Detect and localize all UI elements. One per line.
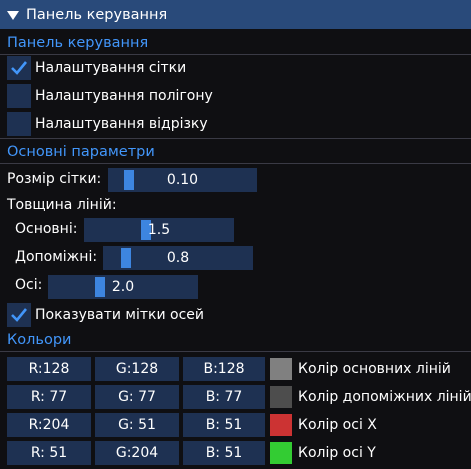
y-axis-color-swatch[interactable] [270,442,292,464]
main-lines-value: 1.5 [147,222,171,238]
main-color-b-field[interactable]: B:128 [183,357,265,381]
y-axis-color-g-field[interactable]: G:204 [95,441,179,465]
aux-color-r-field[interactable]: R: 77 [7,385,91,409]
aux-color-label: Колір допоміжних ліній [298,389,471,405]
polygon-settings-label: Налаштування полігону [35,88,213,104]
axes-value: 2.0 [111,279,135,295]
separator [0,351,471,352]
checkmark-icon [11,61,28,75]
aux-color-swatch[interactable] [270,386,292,408]
grid-settings-checkbox-row[interactable]: Налаштування сітки [7,56,186,80]
grid-settings-checkbox[interactable] [7,56,31,80]
separator [0,163,471,164]
x-axis-color-swatch[interactable] [270,414,292,436]
x-axis-color-r-field[interactable]: R:204 [7,413,91,437]
show-axis-labels-label: Показувати мітки осей [35,307,204,323]
grid-size-label: Розмір сітки: [7,171,102,187]
aux-color-g-field[interactable]: G: 77 [95,385,179,409]
aux-lines-value: 0.8 [166,250,190,266]
control-panel-window: Панель керування Панель керування Налашт… [0,0,471,469]
aux-color-b-field[interactable]: B: 77 [183,385,265,409]
grid-settings-label: Налаштування сітки [35,60,187,76]
checkmark-icon [11,308,28,322]
aux-lines-slider[interactable]: 0.8 [103,246,253,270]
main-color-r-field[interactable]: R:128 [7,357,91,381]
separator [0,138,471,139]
grid-size-slider[interactable]: 0.10 [108,168,257,192]
aux-lines-label: Допоміжні: [15,249,98,265]
line-width-label: Товщина ліній: [7,197,117,213]
window-title: Панель керування [26,6,168,23]
show-axis-labels-checkbox[interactable] [7,303,31,327]
x-axis-color-label: Колір осі X [298,417,377,433]
main-color-g-field[interactable]: G:128 [95,357,179,381]
params-section-header: Основні параметри [7,144,155,160]
x-axis-color-g-field[interactable]: G: 51 [95,413,179,437]
polygon-settings-checkbox-row[interactable]: Налаштування полігону [7,84,213,108]
axes-label: Осі: [15,277,43,293]
panel-section-header: Панель керування [7,35,149,51]
window-titlebar[interactable]: Панель керування [0,0,471,29]
segment-settings-label: Налаштування відрізку [35,116,208,132]
colors-section-header: Кольори [7,332,72,348]
show-axis-labels-checkbox-row[interactable]: Показувати мітки осей [7,303,204,327]
y-axis-color-label: Колір осі Y [298,445,376,461]
grid-size-value: 0.10 [166,172,199,188]
separator [0,54,471,55]
main-lines-label: Основні: [15,221,78,237]
axes-slider[interactable]: 2.0 [48,275,198,299]
segment-settings-checkbox[interactable] [7,112,31,136]
polygon-settings-checkbox[interactable] [7,84,31,108]
segment-settings-checkbox-row[interactable]: Налаштування відрізку [7,112,208,136]
collapse-arrow-icon[interactable] [6,8,20,22]
y-axis-color-b-field[interactable]: B: 51 [183,441,265,465]
y-axis-color-r-field[interactable]: R: 51 [7,441,91,465]
main-lines-slider[interactable]: 1.5 [84,218,234,242]
main-color-swatch[interactable] [270,358,292,380]
x-axis-color-b-field[interactable]: B: 51 [183,413,265,437]
main-color-label: Колір основних ліній [298,361,451,377]
